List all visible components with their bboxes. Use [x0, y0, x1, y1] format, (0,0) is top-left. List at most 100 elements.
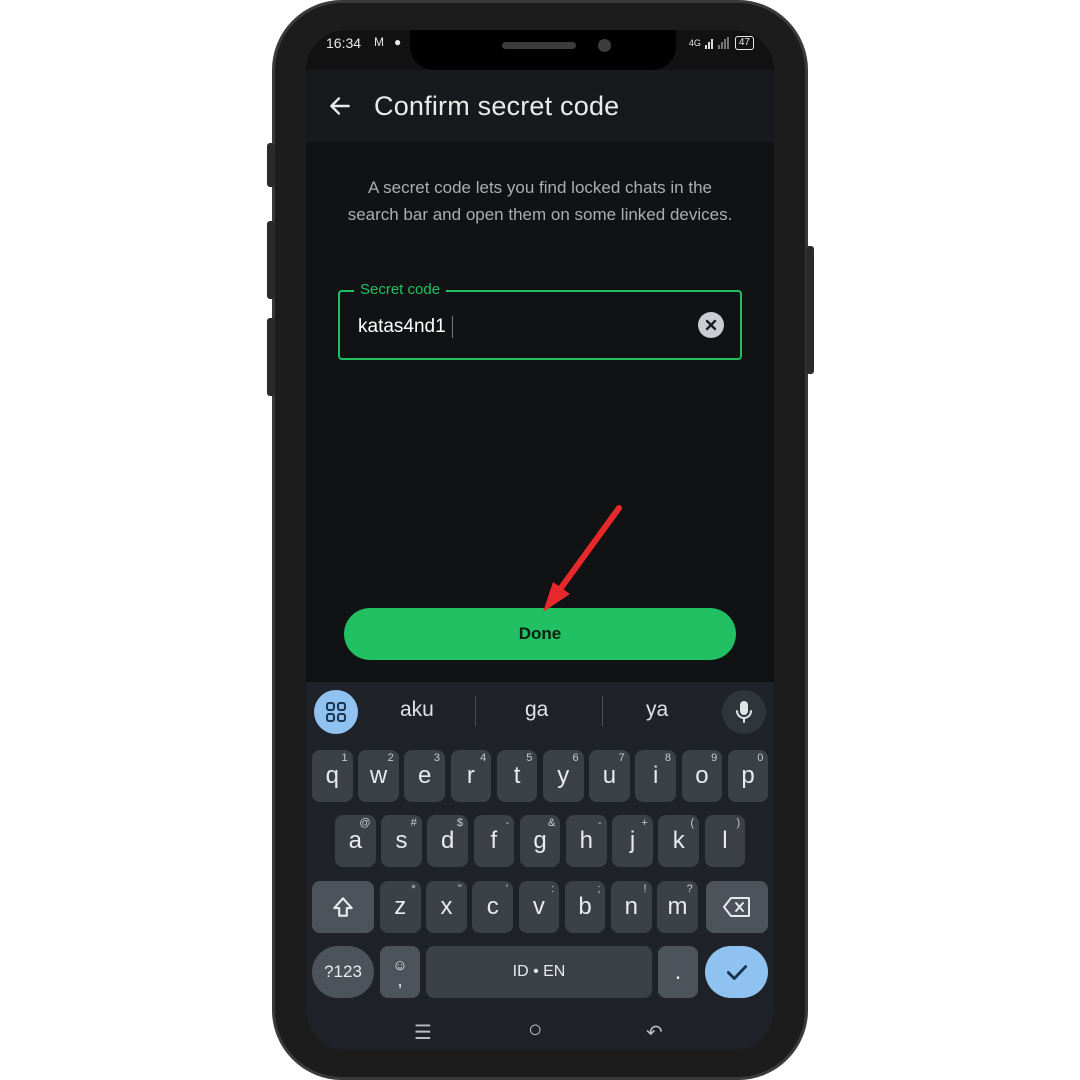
- key-j[interactable]: j +: [612, 815, 653, 867]
- symbols-key[interactable]: ?123: [312, 946, 374, 998]
- secret-code-input[interactable]: katas4nd1: [358, 316, 453, 338]
- key-y[interactable]: y6: [543, 750, 584, 802]
- suggestion-2[interactable]: ga: [525, 698, 548, 722]
- backspace-key[interactable]: [706, 881, 768, 933]
- clear-icon: [705, 319, 717, 331]
- key-p[interactable]: p0: [727, 750, 769, 802]
- key-letter: s: [395, 827, 408, 854]
- key-s[interactable]: s #: [381, 815, 422, 867]
- key-letter: x: [440, 893, 453, 920]
- key-v[interactable]: v:: [518, 881, 560, 933]
- key-hint: !: [643, 883, 647, 895]
- side-button-left-3: [267, 318, 275, 396]
- key-g[interactable]: g &: [519, 815, 561, 867]
- key-letter: g: [533, 827, 547, 854]
- key-hint: 9: [711, 752, 718, 764]
- key-k[interactable]: k(: [658, 815, 699, 867]
- shift-key[interactable]: [312, 881, 374, 933]
- key-l[interactable]: l): [704, 815, 746, 867]
- key-q[interactable]: q1: [312, 750, 353, 802]
- key-h[interactable]: h-: [566, 815, 607, 867]
- key-hint: :: [551, 883, 555, 895]
- suggestion-3[interactable]: ya: [646, 698, 668, 722]
- key-r[interactable]: r4: [450, 750, 492, 802]
- grid-icon: [326, 702, 346, 722]
- voice-input-button[interactable]: [722, 690, 766, 734]
- key-hint: 2: [387, 752, 394, 764]
- battery-icon: 47: [734, 36, 754, 50]
- key-letter: t: [513, 762, 521, 789]
- key-letter: z: [394, 893, 407, 920]
- microphone-icon: [736, 701, 752, 723]
- key-t[interactable]: t5: [496, 750, 538, 802]
- checkmark-icon: [726, 965, 747, 980]
- key-letter: j: [629, 827, 636, 854]
- key-m[interactable]: m?: [657, 881, 698, 933]
- key-hint: -: [597, 817, 602, 829]
- shift-icon: [333, 897, 353, 917]
- space-key[interactable]: ID • EN: [426, 946, 652, 998]
- key-hint: (: [690, 817, 694, 829]
- clear-button[interactable]: [698, 312, 724, 338]
- key-hint: 3: [433, 752, 440, 764]
- key-hint: @: [359, 817, 371, 829]
- mail-icon: M: [374, 35, 384, 49]
- back-nav-button[interactable]: ↶: [646, 1020, 663, 1045]
- phone-screen: 16:34 M ● 4G 47 Confirm secret code A se…: [306, 30, 774, 1050]
- key-hint: &: [548, 817, 556, 829]
- key-letter: o: [695, 762, 709, 789]
- network-type: 4G: [688, 38, 701, 48]
- key-n[interactable]: n!: [611, 881, 652, 933]
- suggestion-divider: [602, 696, 603, 726]
- front-camera: [598, 39, 611, 52]
- side-button-right: [806, 246, 814, 374]
- done-button[interactable]: Done: [344, 608, 736, 660]
- home-button[interactable]: ○: [528, 1016, 543, 1044]
- key-letter: e: [418, 762, 432, 789]
- notch: [410, 30, 676, 70]
- key-letter: p: [741, 762, 755, 789]
- period-key[interactable]: .: [658, 946, 698, 998]
- suggestion-1[interactable]: aku: [400, 698, 434, 722]
- key-d[interactable]: d $: [427, 815, 468, 867]
- key-hint: 6: [572, 752, 579, 764]
- comma-label: ,: [397, 969, 403, 990]
- key-hint: $: [456, 817, 463, 829]
- key-b[interactable]: b;: [564, 881, 606, 933]
- key-letter: r: [466, 762, 475, 789]
- key-letter: h: [579, 827, 593, 854]
- key-w[interactable]: w2: [358, 750, 399, 802]
- key-e[interactable]: e3: [404, 750, 445, 802]
- key-f[interactable]: f-: [473, 815, 515, 867]
- key-letter: c: [486, 893, 499, 920]
- page-title: Confirm secret code: [374, 91, 620, 121]
- key-z[interactable]: z *: [380, 881, 421, 933]
- secret-code-field[interactable]: Secret code katas4nd1: [338, 281, 742, 360]
- keyboard: aku ga ya q1w2e3r4t5y6u7i8o9p0 a @ s # d $ f - g…: [306, 682, 774, 1050]
- secret-code-value: katas4nd1: [358, 316, 446, 338]
- side-button-left-2: [267, 221, 275, 299]
- key-hint: -: [505, 817, 510, 829]
- key-letter: f: [490, 827, 498, 854]
- key-i[interactable]: i8: [635, 750, 676, 802]
- key-hint: 1: [341, 752, 348, 764]
- secret-code-label: Secret code: [354, 281, 447, 298]
- key-letter: q: [325, 762, 339, 789]
- keyboard-menu-button[interactable]: [314, 690, 358, 734]
- status-right: 4G 47: [689, 36, 754, 50]
- suggestion-strip: aku ga ya: [306, 682, 774, 740]
- key-x[interactable]: x ": [426, 881, 467, 933]
- key-o[interactable]: o9: [681, 750, 723, 802]
- key-u[interactable]: u7: [589, 750, 630, 802]
- enter-key[interactable]: [705, 946, 768, 998]
- key-a[interactable]: a @: [335, 815, 376, 867]
- key-c[interactable]: c ': [472, 881, 513, 933]
- recent-apps-button[interactable]: ☰: [414, 1020, 432, 1045]
- emoji-key[interactable]: ☺ ,: [380, 946, 420, 998]
- key-hint: #: [410, 817, 417, 829]
- key-hint: +: [641, 817, 648, 829]
- key-letter: n: [624, 893, 638, 920]
- back-button[interactable]: [322, 88, 358, 124]
- key-hint: 5: [526, 752, 533, 764]
- key-hint: 7: [618, 752, 625, 764]
